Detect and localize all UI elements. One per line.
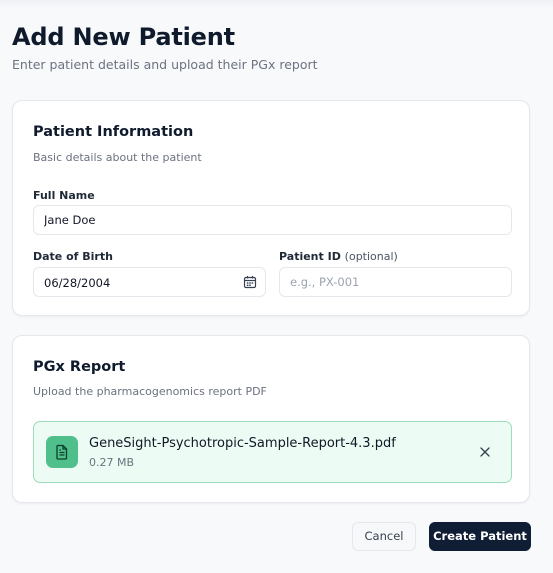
page-title: Add New Patient [12,23,235,51]
remove-file-button[interactable] [477,444,493,460]
patient-id-label: Patient ID (optional) [279,249,398,265]
patient-id-label-text: Patient ID [279,250,341,263]
file-name: GeneSight-Psychotropic-Sample-Report-4.3… [89,436,396,451]
uploaded-file: GeneSight-Psychotropic-Sample-Report-4.3… [33,421,512,483]
add-patient-page: Add New Patient Enter patient details an… [0,0,553,573]
full-name-label: Full Name [33,189,95,202]
full-name-input[interactable] [33,205,512,235]
create-patient-button[interactable]: Create Patient [429,522,531,551]
file-text-icon [56,444,68,460]
file-size: 0.27 MB [89,456,135,469]
date-of-birth-input[interactable]: 06/28/2004 [33,267,266,297]
page-subtitle: Enter patient details and upload their P… [12,57,318,72]
date-of-birth-value: 06/28/2004 [44,276,111,290]
pgx-report-title: PGx Report [33,359,126,375]
cancel-button[interactable]: Cancel [352,522,416,551]
date-of-birth-label: Date of Birth [33,250,113,263]
close-icon [480,447,490,457]
patient-id-input[interactable] [279,267,512,297]
pgx-report-description: Upload the pharmacogenomics report PDF [33,385,267,398]
patient-id-optional-hint: (optional) [344,250,398,263]
patient-information-description: Basic details about the patient [33,151,202,164]
calendar-icon[interactable] [243,275,257,289]
patient-information-card: Patient Information Basic details about … [12,100,530,316]
patient-information-title: Patient Information [33,124,194,140]
file-icon-badge [46,436,78,468]
pgx-report-card: PGx Report Upload the pharmacogenomics r… [12,335,530,503]
